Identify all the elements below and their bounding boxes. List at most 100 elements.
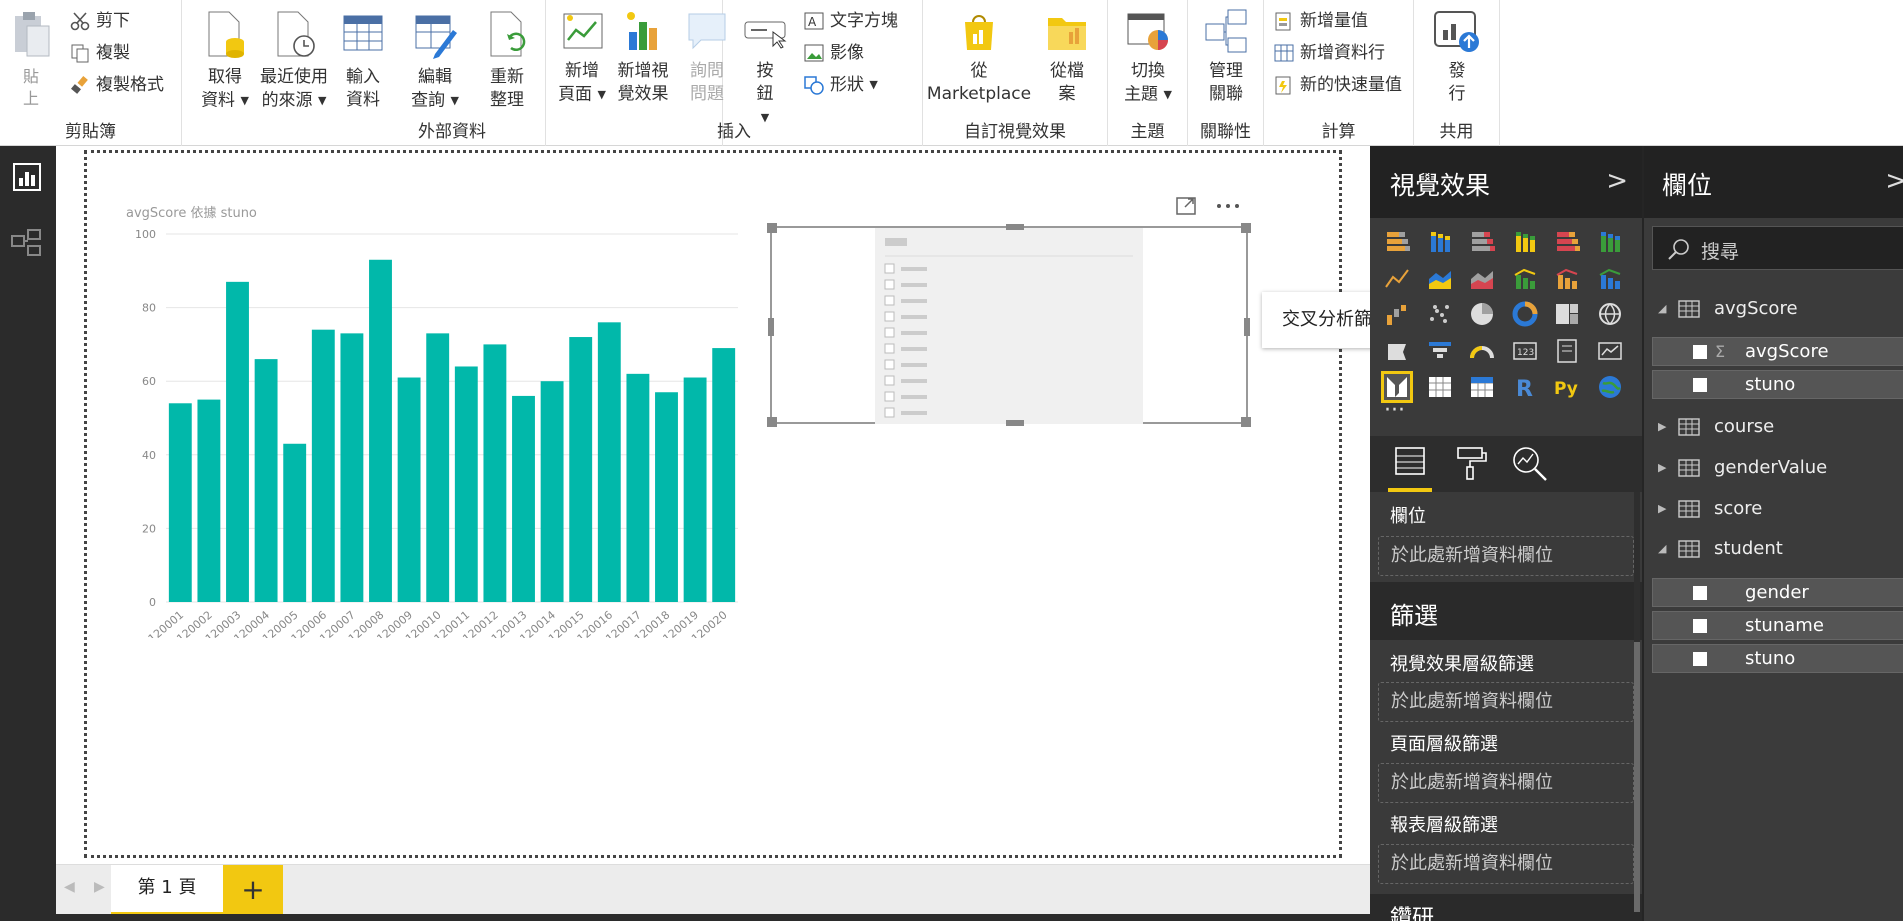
visual-filter-drop-zone[interactable]: 於此處新增資料欄位 [1378, 682, 1634, 722]
slicer-visual[interactable] [767, 223, 1251, 427]
bar-120002[interactable] [197, 399, 221, 602]
bar-chart-visual[interactable]: avgScore 依據 stuno 0 20 40 60 80 100 120001120… [110, 198, 750, 638]
slicer-visual-button[interactable] [1381, 371, 1413, 403]
field-avgScore[interactable]: ΣavgScore [1652, 337, 1903, 366]
recent-sources-button[interactable]: 最近使用的來源 ▼ [252, 8, 336, 113]
marketplace-button[interactable]: 從 Marketplace [925, 8, 1033, 106]
report-filter-drop-zone[interactable]: 於此處新增資料欄位 [1378, 844, 1634, 884]
collapsed-chevron-icon[interactable]: ▶ [1658, 410, 1666, 444]
resize-handle[interactable] [1241, 223, 1251, 233]
resize-handle[interactable] [767, 223, 777, 233]
bar-120020[interactable] [712, 348, 736, 602]
field-stuno[interactable]: stuno [1652, 644, 1903, 673]
map-visual-button[interactable] [1597, 301, 1623, 327]
resize-handle[interactable] [767, 417, 777, 427]
100-stacked-bar-visual-button[interactable] [1554, 228, 1581, 254]
100-stacked-column-visual-button[interactable] [1597, 228, 1623, 254]
table-visual-button[interactable] [1427, 374, 1453, 400]
resize-handle[interactable] [1006, 224, 1024, 230]
collapse-fields-icon[interactable]: > [1885, 166, 1903, 196]
resize-handle[interactable] [1241, 417, 1251, 427]
waterfall-visual-button[interactable] [1384, 301, 1410, 327]
field-checkbox[interactable] [1693, 619, 1707, 633]
analytics-tab[interactable] [1508, 442, 1552, 486]
collapsed-chevron-icon[interactable]: ▶ [1658, 451, 1666, 485]
pane-scrollbar[interactable] [1634, 492, 1640, 912]
buttons-button[interactable]: 按鈕 ▼ [742, 8, 788, 130]
format-tab[interactable] [1448, 442, 1492, 486]
python-visual-visual-button[interactable]: Py [1554, 374, 1580, 400]
bar-120001[interactable] [168, 403, 192, 602]
collapsed-chevron-icon[interactable]: ▶ [1658, 492, 1666, 526]
report-view-button[interactable] [0, 160, 56, 194]
card-visual-button[interactable]: 123 [1512, 338, 1538, 364]
new-measure-button[interactable]: 新增量值 [1274, 6, 1368, 36]
table-student[interactable]: ◢ student [1644, 532, 1903, 566]
scroll-right-icon[interactable]: ▶ [94, 879, 105, 895]
table-genderValue[interactable]: ▶ genderValue [1644, 451, 1903, 485]
filled-map-visual-button[interactable] [1384, 338, 1410, 364]
gauge-visual-button[interactable] [1469, 338, 1495, 364]
resize-handle[interactable] [768, 318, 774, 336]
field-gender[interactable]: gender [1652, 578, 1903, 607]
image-button[interactable]: 影像 [804, 38, 864, 68]
arcgis-map-visual-button[interactable] [1597, 374, 1623, 400]
resize-handle[interactable] [1006, 420, 1024, 426]
scatter-visual-button[interactable] [1427, 301, 1453, 327]
bar-120016[interactable] [597, 322, 621, 602]
pane-scrollbar-thumb[interactable] [1634, 642, 1640, 912]
publish-button[interactable]: 發行 [1432, 8, 1482, 106]
bar-120014[interactable] [540, 381, 564, 602]
table-score[interactable]: ▶ score [1644, 492, 1903, 526]
bar-120017[interactable] [626, 373, 650, 602]
bar-120019[interactable] [683, 377, 707, 602]
manage-relationships-button[interactable]: 管理關聯 [1194, 8, 1258, 106]
new-page-button[interactable]: 新增頁面 ▼ [556, 8, 608, 107]
bar-120009[interactable] [397, 377, 421, 602]
field-stuno[interactable]: stuno [1652, 370, 1903, 399]
field-checkbox[interactable] [1693, 378, 1707, 392]
page-filter-drop-zone[interactable]: 於此處新增資料欄位 [1378, 763, 1634, 803]
table-course[interactable]: ▶ course [1644, 410, 1903, 444]
bar-120008[interactable] [369, 259, 392, 602]
from-file-button[interactable]: 從檔案 [1039, 8, 1095, 106]
bar-120004[interactable] [254, 359, 278, 602]
bar-120011[interactable] [454, 366, 478, 602]
expanded-chevron-icon[interactable]: ◢ [1658, 292, 1666, 326]
clustered-bar-visual-button[interactable] [1469, 228, 1496, 254]
copy-button[interactable]: 複製 [70, 38, 130, 68]
get-data-button[interactable]: 取得資料 ▼ [194, 8, 256, 113]
stacked-bar-visual-button[interactable] [1384, 228, 1411, 254]
r-visual-visual-button[interactable]: R [1512, 374, 1538, 402]
qa-button[interactable]: 詢問問題 [682, 8, 732, 106]
area-visual-button[interactable] [1427, 265, 1453, 291]
scroll-left-icon[interactable]: ◀ [64, 879, 75, 895]
search-box[interactable]: 搜尋 [1652, 226, 1903, 270]
new-column-button[interactable]: 新增資料行 [1274, 38, 1385, 68]
edit-queries-button[interactable]: 編輯查詢 ▼ [404, 8, 466, 113]
collapse-visualizations-icon[interactable]: > [1606, 166, 1628, 196]
bar-120012[interactable] [483, 344, 507, 602]
bar-120015[interactable] [569, 337, 593, 602]
cut-button[interactable]: 剪下 [70, 6, 130, 36]
multi-row-card-visual-button[interactable] [1554, 338, 1580, 364]
more-options-button[interactable] [1214, 196, 1244, 216]
new-visual-button[interactable]: 新增視覺效果 [612, 8, 674, 106]
page-tab-1[interactable]: 第 1 頁 [111, 865, 223, 915]
donut-visual-button[interactable] [1512, 301, 1538, 327]
line-stacked-column-visual-button[interactable] [1554, 265, 1580, 291]
bar-120006[interactable] [311, 329, 335, 602]
field-checkbox[interactable] [1693, 345, 1707, 359]
switch-theme-button[interactable]: 切換主題 ▼ [1116, 8, 1180, 107]
bar-120005[interactable] [283, 443, 307, 602]
refresh-button[interactable]: 重新整理 [482, 8, 532, 112]
enter-data-button[interactable]: 輸入資料 [332, 8, 394, 112]
shapes-button[interactable]: 形狀 ▼ [804, 70, 878, 100]
bar-120007[interactable] [340, 333, 364, 602]
model-view-button[interactable] [0, 226, 56, 260]
bar-120013[interactable] [512, 395, 535, 602]
pie-visual-button[interactable] [1469, 301, 1495, 327]
quick-measure-button[interactable]: 新的快速量值 [1274, 70, 1402, 100]
bar-120018[interactable] [655, 392, 678, 602]
treemap-visual-button[interactable] [1554, 301, 1580, 327]
